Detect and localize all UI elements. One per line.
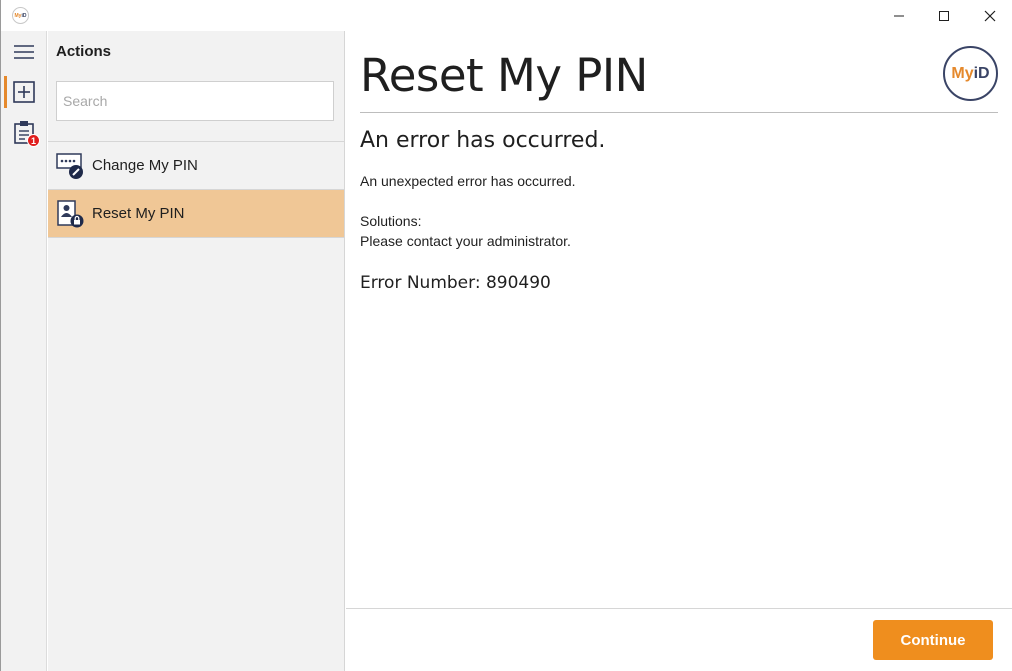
app-icon-id: iD bbox=[21, 12, 27, 19]
rail-item-actions[interactable] bbox=[1, 72, 47, 112]
minimize-button[interactable] bbox=[876, 0, 922, 31]
actions-title: Actions bbox=[56, 43, 112, 60]
hamburger-icon bbox=[14, 45, 34, 59]
notification-badge: 1 bbox=[27, 134, 40, 147]
close-icon bbox=[984, 10, 996, 21]
logo-my: My bbox=[951, 64, 974, 82]
page-title: Reset My PIN bbox=[360, 49, 648, 102]
action-label: Reset My PIN bbox=[92, 205, 185, 222]
solutions-text: Please contact your administrator. bbox=[360, 233, 571, 249]
action-label: Change My PIN bbox=[92, 157, 198, 174]
title-bar: My iD bbox=[1, 0, 1012, 31]
app-logo-icon: My iD bbox=[12, 7, 29, 24]
app-window: My iD 1 Actions Search Change My PIN Res… bbox=[0, 0, 1012, 671]
myid-logo: My iD bbox=[943, 46, 998, 101]
minimize-icon bbox=[894, 15, 904, 16]
maximize-icon bbox=[939, 10, 949, 21]
action-item-change-my-pin[interactable]: Change My PIN bbox=[48, 142, 344, 190]
action-item-reset-my-pin[interactable]: Reset My PIN bbox=[48, 190, 344, 238]
error-heading: An error has occurred. bbox=[360, 128, 606, 153]
change-pin-icon bbox=[56, 152, 84, 180]
continue-button[interactable]: Continue bbox=[873, 620, 993, 660]
add-square-icon bbox=[13, 81, 35, 103]
logo-id: iD bbox=[973, 64, 990, 82]
search-input[interactable] bbox=[56, 81, 334, 121]
error-number: Error Number: 890490 bbox=[360, 273, 551, 293]
main-content: Reset My PIN My iD An error has occurred.… bbox=[346, 31, 1012, 608]
title-divider bbox=[360, 112, 998, 113]
maximize-button[interactable] bbox=[921, 0, 967, 31]
nav-rail: 1 bbox=[1, 31, 47, 671]
app-icon-my: My bbox=[14, 12, 22, 19]
hamburger-menu-button[interactable] bbox=[1, 32, 47, 72]
footer-bar: Continue bbox=[346, 608, 1012, 671]
action-list: Change My PIN Reset My PIN bbox=[48, 141, 344, 238]
error-message: An unexpected error has occurred. bbox=[360, 173, 576, 189]
reset-pin-icon bbox=[56, 199, 84, 228]
solutions-label: Solutions: bbox=[360, 213, 422, 229]
close-button[interactable] bbox=[967, 0, 1012, 31]
rail-item-tasks[interactable]: 1 bbox=[1, 112, 47, 152]
actions-panel: Actions Change My PIN bbox=[48, 31, 345, 671]
